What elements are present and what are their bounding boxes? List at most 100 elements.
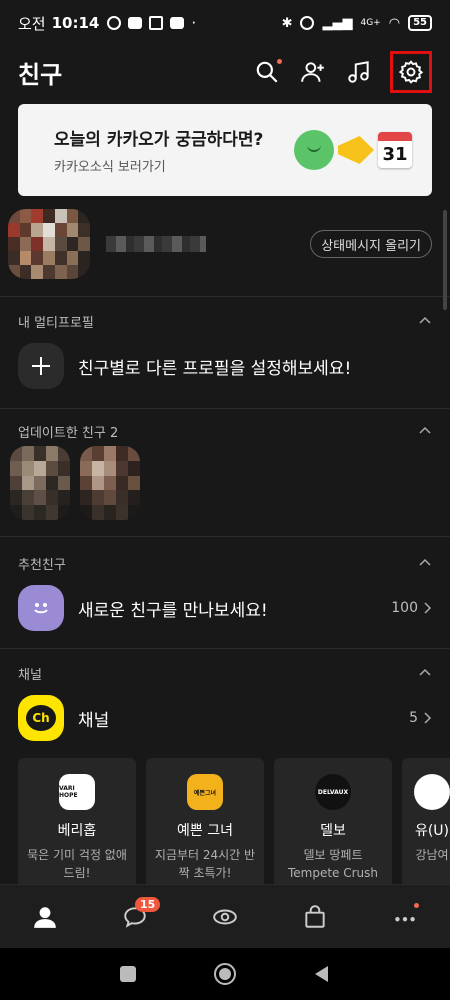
recent-apps-button[interactable] [113,959,143,989]
status-message-button[interactable]: 상태메시지 올리기 [310,230,432,258]
scrollbar[interactable] [443,210,447,310]
banner-illustrations: 31 [294,130,412,170]
notification-icons: · [107,14,196,32]
channel-card[interactable]: 예쁜그녀 예쁜 그녀 지금부터 24시간 반짝 초특가! [146,758,264,888]
my-avatar[interactable] [8,209,90,279]
calendar-icon: 31 [378,132,412,168]
circle-icon [213,963,236,985]
bottom-nav: 15 [0,884,450,948]
updated-friends-list [10,446,140,520]
home-button[interactable] [210,959,240,989]
chevron-up-icon [419,558,431,566]
divider [0,648,450,649]
channel-card-name: 유(U) [414,823,450,839]
battery-icon: 55 [408,15,432,31]
add-multi-profile-button[interactable] [18,343,64,389]
channel-card-name: 예쁜 그녀 [177,823,233,839]
music-note-icon [348,61,369,83]
dot-icon: · [191,14,197,32]
multi-profile-prompt: 친구별로 다른 프로필을 설정해보세요! [78,358,352,379]
new-dot [277,59,282,64]
chevron-up-icon [419,426,431,434]
kakao-channel-icon: Ch [18,695,64,741]
tab-shopping[interactable] [293,895,337,939]
recommended-count: 100 [391,600,432,616]
channel-card-desc: 지금부터 24시간 반짝 초특가! [154,848,256,880]
brand-logo: 예쁜그녀 [187,774,223,810]
profile-name-blurred [106,236,206,252]
music-button[interactable] [344,57,374,87]
divider [0,536,450,537]
network-type-text: 4G+ [360,18,381,28]
divider [0,408,450,409]
my-profile-row[interactable]: 상태메시지 올리기 [0,206,450,282]
chevron-right-icon [424,602,432,614]
channel-card-name: 델보 [320,823,346,839]
recommended-label: 새로운 친구를 만나보세요! [78,600,268,621]
chat-unread-badge: 15 [135,896,161,912]
app-screen: 오전 10:14 · ✱ ▂▄▆ 4G+ ◠ 55 친구 오늘의 카카오가 궁금… [0,0,450,1000]
section-title: 채널 [18,667,42,683]
bluetooth-icon: ✱ [281,15,293,31]
ampm-text: 오전 [18,14,46,33]
wifi-question-icon [149,16,164,30]
channel-row[interactable]: Ch 채널 5 [18,694,432,742]
plus-icon [32,357,50,375]
header-actions [252,51,432,93]
recommended-friends-row[interactable]: 새로운 친구를 만나보세요! 100 [18,584,432,632]
registered-icon [300,16,315,30]
eye-icon [213,909,237,924]
channel-card-name: 베리홉 [57,823,97,839]
updated-friend-avatar[interactable] [80,446,140,520]
tab-chats[interactable]: 15 [113,895,161,939]
gear-icon [398,60,424,84]
channel-section-header[interactable]: 채널 [18,662,432,684]
channel-count-value: 5 [409,710,418,726]
search-button[interactable] [252,57,282,87]
channel-card[interactable]: 유(U) 강남여 [402,758,450,888]
tab-view[interactable] [203,895,247,939]
add-friend-button[interactable] [298,57,328,87]
channel-card[interactable]: DELVAUX 델보 델보 땅페트 Tempete Crush [274,758,392,888]
top-header: 친구 [0,46,450,98]
section-title: 업데이트한 친구 2 [18,425,119,441]
updated-friend-avatar[interactable] [10,446,70,520]
section-title: 추천친구 [18,557,66,573]
wifi-icon: ◠ [388,15,401,31]
channel-card-desc: 델보 땅페트 Tempete Crush [287,848,379,880]
person-icon [34,906,56,928]
channel-card-desc: 강남여 [415,848,449,862]
recommended-count-value: 100 [391,600,418,616]
chevron-up-icon [419,316,431,324]
multi-profile-row[interactable]: 친구별로 다른 프로필을 설정해보세요! [18,342,432,390]
system-icons: ✱ ▂▄▆ 4G+ ◠ 55 [282,15,432,31]
megaphone-icon [338,136,374,164]
green-character-icon [294,130,334,170]
system-nav-bar [0,948,450,1000]
channel-cards: VARI HOPE 베리홉 묵은 기미 걱정 없애드림! 예쁜그녀 예쁜 그녀 … [18,758,450,888]
tab-more[interactable] [383,895,427,939]
back-triangle-icon [314,966,328,982]
channel-tile-text: Ch [26,705,56,731]
smile-face-icon [18,585,64,631]
kakao-news-banner[interactable]: 오늘의 카카오가 궁금하다면? 카카오소식 보러가기 31 [18,104,432,196]
shopping-bag-icon [305,904,325,928]
updated-friends-section-header[interactable]: 업데이트한 친구 2 [18,420,432,442]
square-icon [120,966,137,982]
brand-logo: VARI HOPE [59,774,95,810]
page-title: 친구 [18,60,63,89]
message-icon [128,17,143,29]
channel-label: 채널 [78,710,110,731]
new-dot [414,902,419,908]
banner-title: 오늘의 카카오가 궁금하다면? [54,130,264,150]
settings-button[interactable] [390,51,432,93]
back-button[interactable] [307,959,337,989]
tab-friends[interactable] [23,895,67,939]
channel-card[interactable]: VARI HOPE 베리홉 묵은 기미 걱정 없애드림! [18,758,136,888]
multi-profile-section-header[interactable]: 내 멀티프로필 [18,310,432,332]
divider [0,296,450,297]
recommended-section-header[interactable]: 추천친구 [18,552,432,574]
banner-subtitle: 카카오소식 보러가기 [54,160,166,175]
status-bar: 오전 10:14 · ✱ ▂▄▆ 4G+ ◠ 55 [0,0,450,46]
channel-count: 5 [409,710,432,726]
